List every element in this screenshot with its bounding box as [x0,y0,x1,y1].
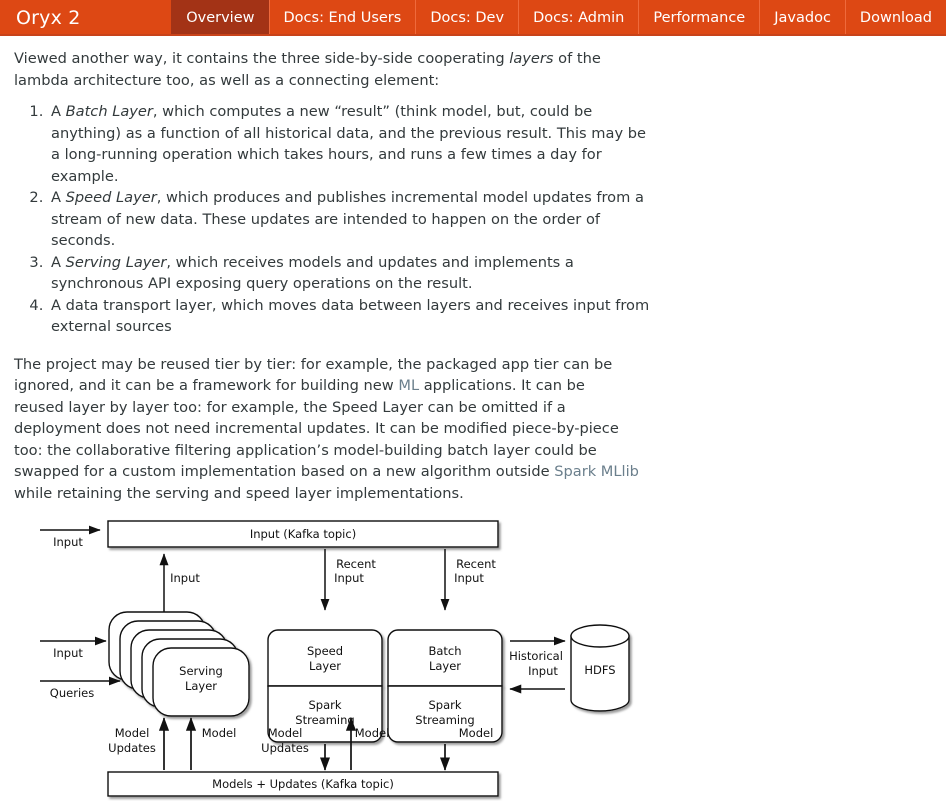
nav-underline [0,34,946,36]
brand-logo[interactable]: Oryx 2 [0,0,97,36]
nav-item-overview[interactable]: Overview [171,0,269,36]
diagram-label-batch-layer-1: Batch [428,644,461,658]
intro-paragraph: Viewed another way, it contains the thre… [14,48,639,91]
reuse-paragraph: The project may be reused tier by tier: … [14,354,639,505]
diagram-label-serving-layer-1: Serving [179,664,223,678]
diagram-box-batch-layer [387,629,503,687]
intro-text-part1: Viewed another way, it contains the thre… [14,50,510,67]
diagram-label-spark-streaming-1b: Streaming [295,713,354,727]
diagram-label-recent-input-2b: Input [454,571,484,585]
intro-emphasis-layers: layers [509,50,554,67]
diagram-label-recent-input-1a: Recent [336,557,376,571]
architecture-diagram: Input (Kafka topic) Input Input Recent I… [20,518,680,801]
list-item: A Batch Layer, which computes a new “res… [48,101,659,187]
diagram-label-model-updates-1b: Updates [108,741,156,755]
diagram-label-spark-streaming-2a: Spark [428,698,461,712]
diagram-label-model-updates-1a: Model [115,726,150,740]
link-spark-mllib[interactable]: Spark MLlib [554,463,639,480]
diagram-label-models-kafka: Models + Updates (Kafka topic) [212,777,394,791]
layers-ordered-list: A Batch Layer, which computes a new “res… [14,101,659,338]
top-navigation-bar: Oryx 2 Overview Docs: End Users Docs: De… [0,0,946,36]
diagram-label-spark-streaming-2b: Streaming [415,713,474,727]
diagram-label-historical-b: Input [528,664,558,678]
list-item-pre: A [51,189,66,206]
diagram-label-input-top: Input [53,535,83,549]
list-item-emphasis: Speed Layer [65,189,157,206]
diagram-label-input-vertical: Input [170,571,200,585]
diagram-label-model-updates-2a: Model [268,726,303,740]
diagram-label-recent-input-1b: Input [334,571,364,585]
nav-item-javadoc[interactable]: Javadoc [759,0,845,36]
diagram-label-speed-layer-2: Layer [309,659,341,673]
reuse-text-part3: while retaining the serving and speed la… [14,484,464,502]
list-item: A Speed Layer, which produces and publis… [48,187,659,252]
diagram-label-batch-layer-2: Layer [429,659,461,673]
diagram-label-queries: Queries [50,686,94,700]
diagram-label-input-left: Input [53,646,83,660]
diagram-label-hdfs: HDFS [584,663,615,677]
diagram-label-recent-input-2a: Recent [456,557,496,571]
nav-item-docs-end-users[interactable]: Docs: End Users [268,0,416,36]
link-ml[interactable]: ML [398,377,419,394]
list-item-pre: A [51,253,66,271]
nav-item-docs-admin[interactable]: Docs: Admin [518,0,638,36]
nav-item-performance[interactable]: Performance [638,0,759,36]
list-item-emphasis: Serving Layer [65,253,167,271]
diagram-label-model-3: Model [459,726,494,740]
diagram-label-model-updates-2b: Updates [261,741,309,755]
diagram-label-model-1: Model [202,726,237,740]
list-item: A Serving Layer, which receives models a… [48,252,659,295]
nav-item-download[interactable]: Download [844,0,946,36]
nav-item-docs-dev[interactable]: Docs: Dev [415,0,518,36]
diagram-label-spark-streaming-1a: Spark [308,698,341,712]
diagram-box-speed-layer [267,629,383,687]
nav-items-list: Overview Docs: End Users Docs: Dev Docs:… [171,0,946,36]
diagram-label-historical-a: Historical [509,649,563,663]
list-item-emphasis: Batch Layer [65,103,153,120]
architecture-diagram-svg: Input (Kafka topic) Input Input Recent I… [40,520,630,797]
list-item-pre: A [51,103,66,120]
diagram-label-model-2: Model [355,726,390,740]
diagram-label-input-kafka: Input (Kafka topic) [250,527,356,541]
list-item-post: A data transport layer, which moves data… [51,296,650,336]
list-item: A data transport layer, which moves data… [48,295,659,338]
diagram-label-serving-layer-2: Layer [185,679,217,693]
page-content: Viewed another way, it contains the thre… [0,48,946,801]
diagram-label-speed-layer-1: Speed [307,644,343,658]
